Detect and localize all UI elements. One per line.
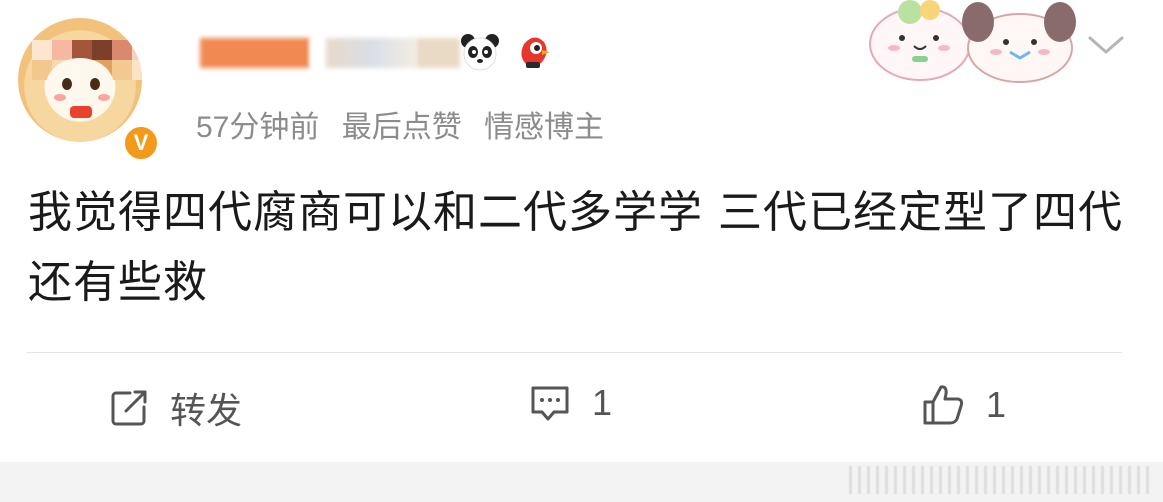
post-meta: 57分钟前 最后点赞 情感博主 xyxy=(196,102,618,146)
username-blur-gap xyxy=(310,38,326,68)
like-button[interactable]: 1 xyxy=(920,382,1006,428)
avatar-eye xyxy=(90,78,100,90)
comment-icon xyxy=(531,386,569,421)
divider xyxy=(26,352,1122,353)
red-bird-emoji-icon xyxy=(521,37,550,68)
avatar-bow xyxy=(70,106,92,118)
avatar-image xyxy=(18,18,142,142)
avatar[interactable]: V xyxy=(18,18,160,162)
avatar-cheek xyxy=(54,94,66,101)
tag-blogger[interactable]: 情感博主 xyxy=(484,111,604,144)
verified-badge: V xyxy=(122,124,160,162)
action-bar: 转发 1 1 xyxy=(0,370,1163,446)
username-blur-segment xyxy=(326,38,416,68)
avatar-cheek xyxy=(98,94,110,101)
post-time: 57分钟前 xyxy=(196,111,320,144)
repost-icon xyxy=(111,390,147,426)
username-blur-segment xyxy=(416,38,460,68)
comment-button[interactable]: 1 xyxy=(528,382,612,424)
username-blur-segment xyxy=(200,38,310,68)
chevron-down-icon[interactable] xyxy=(1086,30,1126,60)
thumbs-up-icon xyxy=(923,385,964,425)
tag-top-like[interactable]: 最后点赞 xyxy=(342,111,462,144)
comment-count: 1 xyxy=(592,382,613,423)
username-blurred[interactable] xyxy=(200,32,460,74)
like-count: 1 xyxy=(986,384,1007,425)
bottom-strip xyxy=(0,462,1163,502)
watermark xyxy=(849,466,1149,494)
avatar-eye xyxy=(62,78,72,90)
repost-button[interactable]: 转发 xyxy=(108,382,242,434)
post-card: V 57分钟前 最后点赞 情感博主 我觉得四代腐商可以和二代多学学 三代已经定型… xyxy=(0,0,1163,462)
repost-label: 转发 xyxy=(170,390,243,431)
panda-emoji-icon xyxy=(461,34,499,71)
post-content: 我觉得四代腐商可以和二代多学学 三代已经定型了四代还有些救 xyxy=(28,187,1123,308)
bunny-stickers-icon xyxy=(869,0,1076,83)
